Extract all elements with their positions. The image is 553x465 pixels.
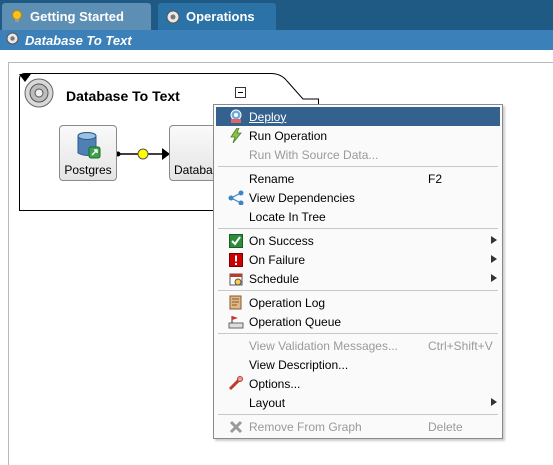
submenu-arrow-icon — [491, 398, 497, 406]
success-icon — [228, 233, 244, 248]
menu-item-operation-log[interactable]: Operation Log — [216, 293, 500, 312]
dependencies-icon — [228, 190, 244, 205]
lightbulb-icon — [10, 9, 24, 24]
menu-item-label: View Validation Messages... — [249, 338, 398, 353]
editor-title: Database To Text — [25, 32, 132, 48]
menu-item-label: On Success — [249, 233, 314, 248]
log-icon — [228, 295, 244, 310]
menu-item-on-failure[interactable]: On Failure — [216, 250, 500, 269]
menu-item-shortcut: F2 — [428, 171, 443, 186]
menu-item-label: Rename — [249, 171, 295, 186]
menu-item-label: Schedule — [249, 271, 300, 286]
menu-item-label: Run With Source Data... — [249, 147, 379, 162]
menu-item-view-validation-messages[interactable]: View Validation Messages... Ctrl+Shift+V — [216, 336, 500, 355]
menu-item-on-success[interactable]: On Success — [216, 231, 500, 250]
menu-item-label: Remove From Graph — [249, 419, 362, 434]
menu-item-locate-in-tree[interactable]: Locate In Tree — [216, 207, 500, 226]
menu-item-options[interactable]: Options... — [216, 374, 500, 393]
menu-item-label: Options... — [249, 376, 301, 391]
submenu-arrow-icon — [491, 274, 497, 282]
menu-item-label: Layout — [249, 395, 286, 410]
menu-item-view-description[interactable]: View Description... — [216, 355, 500, 374]
menu-item-deploy[interactable]: Deploy — [216, 107, 500, 126]
database-icon — [77, 132, 101, 159]
menu-item-label: Deploy — [249, 109, 287, 124]
tab-bar: Getting Started Operations — [0, 0, 553, 31]
queue-icon — [228, 314, 244, 329]
minimize-button[interactable] — [235, 87, 246, 98]
menu-item-operation-queue[interactable]: Operation Queue — [216, 312, 500, 331]
menu-item-rename[interactable]: Rename F2 — [216, 169, 500, 188]
submenu-arrow-icon — [491, 255, 497, 263]
context-menu: Deploy Run Operation Run With Source Dat… — [213, 104, 503, 439]
menu-item-remove-from-graph[interactable]: Remove From Graph Delete — [216, 417, 500, 436]
component-label: Postgres — [64, 163, 112, 177]
menu-separator — [218, 414, 498, 415]
menu-separator — [218, 290, 498, 291]
gear-icon — [6, 32, 19, 48]
component-postgres[interactable]: Postgres — [59, 125, 117, 181]
menu-separator — [218, 333, 498, 334]
menu-item-label: Operation Log — [249, 295, 326, 310]
tab-label: Operations — [186, 9, 255, 24]
menu-separator — [218, 166, 498, 167]
menu-item-run-operation[interactable]: Run Operation — [216, 126, 500, 145]
deploy-icon — [228, 109, 244, 124]
menu-item-shortcut: Ctrl+Shift+V — [428, 338, 493, 353]
schedule-icon — [228, 271, 244, 286]
menu-item-run-with-source-data[interactable]: Run With Source Data... — [216, 145, 500, 164]
menu-separator — [218, 228, 498, 229]
menu-item-label: Operation Queue — [249, 314, 342, 329]
remove-icon — [228, 419, 244, 434]
run-icon — [228, 128, 244, 143]
menu-item-label: View Description... — [249, 357, 349, 372]
tab-label: Getting Started — [30, 9, 124, 24]
menu-item-label: Run Operation — [249, 128, 328, 143]
failure-icon — [228, 252, 244, 267]
menu-item-label: Locate In Tree — [249, 209, 326, 224]
gear-icon — [166, 10, 180, 24]
options-icon — [228, 376, 244, 391]
menu-item-shortcut: Delete — [428, 419, 463, 434]
menu-item-schedule[interactable]: Schedule — [216, 269, 500, 288]
editor-title-bar: Database To Text — [0, 30, 553, 50]
menu-item-label: View Dependencies — [249, 190, 355, 205]
tab-operations[interactable]: Operations — [158, 3, 276, 30]
graph-title: Database To Text — [66, 88, 180, 104]
submenu-arrow-icon — [491, 236, 497, 244]
menu-item-layout[interactable]: Layout — [216, 393, 500, 412]
dropdown-arrow-icon[interactable] — [19, 73, 31, 83]
menu-item-view-dependencies[interactable]: View Dependencies — [216, 188, 500, 207]
menu-item-label: On Failure — [249, 252, 306, 267]
tab-getting-started[interactable]: Getting Started — [2, 3, 151, 30]
